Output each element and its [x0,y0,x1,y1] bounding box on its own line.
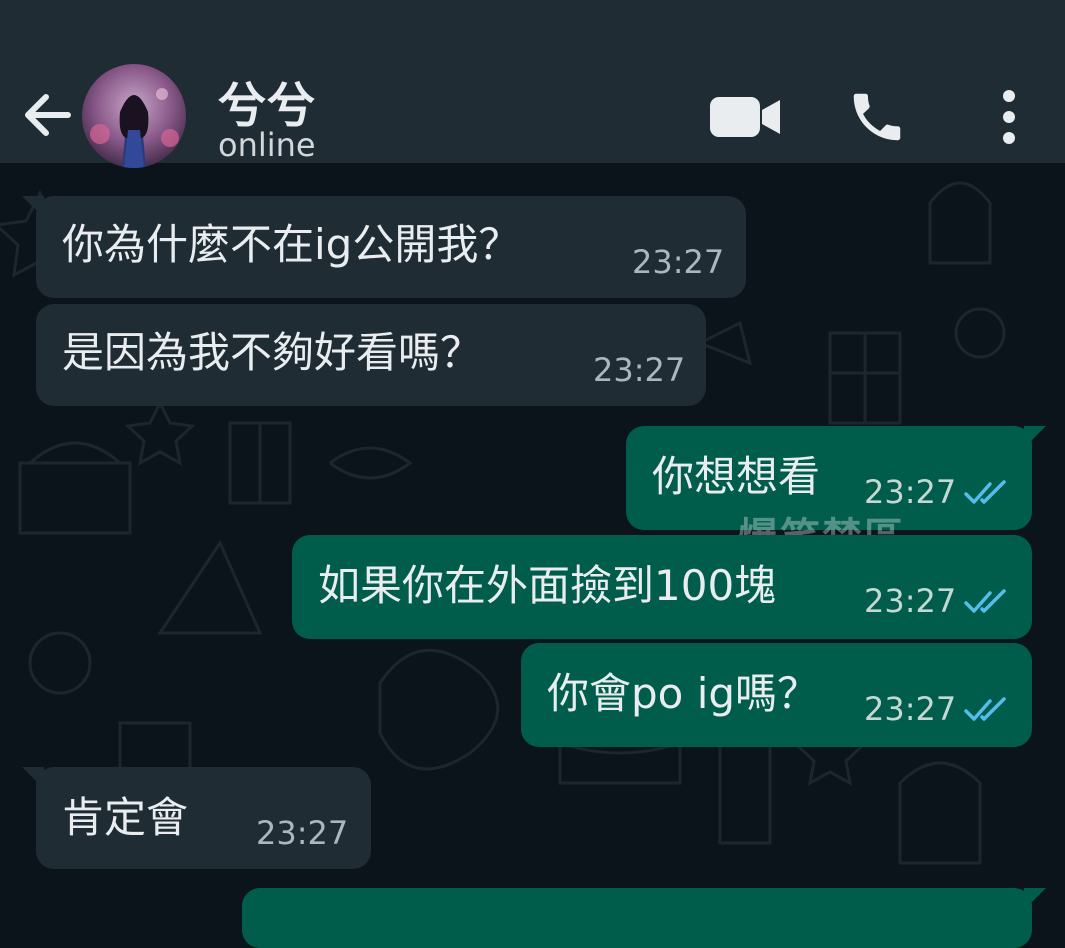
bubble-tail [22,196,44,218]
video-camera-icon[interactable] [708,94,782,140]
message-bubble-incoming[interactable]: 肯定會 23:27 [22,767,371,869]
more-vertical-icon[interactable] [994,88,1024,146]
read-ticks-icon [964,480,1006,504]
message-text: 如果你在外面撿到100塊 [318,561,777,610]
message-text: 是因為我不夠好看嗎？ [62,328,483,377]
message-time: 23:27 [864,473,957,511]
message-time: 23:27 [864,582,957,620]
message-text: 你為什麼不在ig公開我？ [62,220,521,269]
message-bubble-outgoing[interactable]: 你會po ig嗎？ 23:27 [521,643,1032,747]
contact-status: online [218,126,316,164]
bubble-tail [22,767,44,789]
message-bubble-incoming[interactable]: 是因為我不夠好看嗎？ 23:27 [36,304,706,406]
read-ticks-icon [964,589,1006,613]
chat-header: 兮兮 online [0,0,1065,168]
bubble-tail [1024,426,1046,448]
message-text: 你想想看 [652,452,821,501]
message-bubble-outgoing[interactable] [242,888,1046,948]
phone-icon[interactable] [846,86,908,148]
message-time: 23:27 [593,351,686,389]
message-bubble-incoming[interactable]: 你為什麼不在ig公開我？ 23:27 [22,196,746,298]
message-bubble-outgoing[interactable]: 如果你在外面撿到100塊 23:27 [292,535,1032,639]
message-time: 23:27 [864,690,957,728]
message-time: 23:27 [632,243,725,281]
message-text: 你會po ig嗎？ [547,669,820,718]
arrow-left-icon[interactable] [20,88,74,142]
message-time: 23:27 [256,814,349,852]
bubble-tail [1024,888,1046,910]
avatar[interactable] [82,64,186,168]
read-ticks-icon [964,697,1006,721]
message-text: 肯定會 [62,793,189,842]
